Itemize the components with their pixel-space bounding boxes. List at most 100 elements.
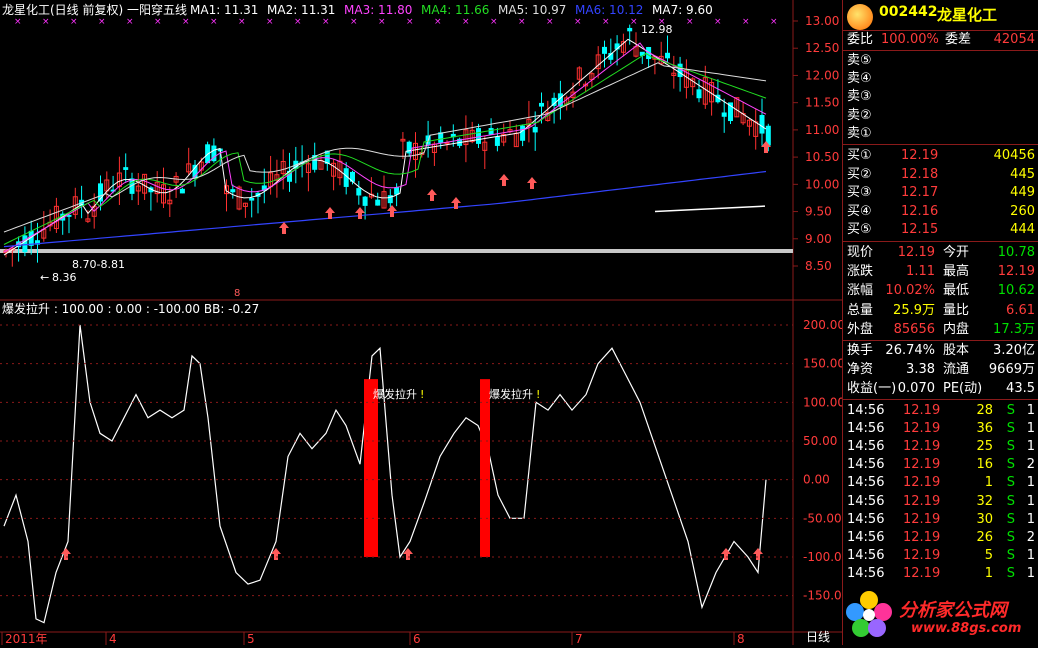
tick-time: 14:56	[847, 403, 885, 418]
signal-bar-2	[480, 379, 490, 557]
top-star-marker: ×	[630, 17, 638, 27]
top-star-marker: ×	[70, 17, 78, 27]
baseline-bar	[0, 249, 793, 253]
weibi-label: 委比	[847, 32, 874, 47]
buy-row: 买③ 12.17 449	[843, 184, 1038, 202]
candle-body	[532, 126, 538, 133]
top-star-marker: ×	[182, 17, 190, 27]
price-tick-label: 12.50	[805, 41, 839, 55]
price-tick-label: 8.50	[805, 259, 832, 273]
stat-label: 涨幅	[847, 283, 874, 299]
ma5-line	[3, 62, 767, 233]
top-star-marker: ×	[350, 17, 358, 27]
tick-price: 12.19	[903, 511, 941, 527]
candle-body	[721, 112, 727, 117]
fin-label: 净资	[847, 362, 874, 377]
ma6-line	[3, 170, 767, 248]
period-label[interactable]: 日线	[806, 630, 830, 644]
candle-body	[665, 52, 670, 59]
stat-label: 外盘	[847, 321, 874, 337]
tick-price: 12.19	[903, 547, 941, 563]
fin-row: 净资 3.38 流通 9669万	[843, 361, 1038, 379]
candle-body	[488, 128, 494, 135]
top-star-marker: ×	[546, 17, 554, 27]
buy-row: 买① 12.19 40456	[843, 147, 1038, 165]
stat-value: 17.3万	[993, 321, 1035, 337]
candle-body	[602, 46, 607, 54]
buy-volume: 260	[1010, 203, 1035, 219]
top-star-marker: ×	[770, 17, 778, 27]
fin-label: 换手	[847, 343, 874, 358]
top-star-marker: ×	[490, 17, 498, 27]
candle-body	[627, 27, 633, 32]
tick-side: S	[1006, 421, 1015, 437]
stat-value: 6.61	[1006, 302, 1035, 318]
tick-count: 1	[1026, 403, 1035, 418]
candle-body	[375, 199, 381, 206]
sell-level-label: 卖④	[847, 71, 872, 87]
tick-row: 14:56 12.19 26 S 2	[843, 529, 1038, 547]
top-star-marker: ×	[714, 17, 722, 27]
kline-chart-svg[interactable]: !! 8 龙星化工(日线 前复权) 一阳穿五线 MA1: 11.31 MA2: 1…	[0, 0, 849, 646]
indicator-header: 爆发拉升 : 100.00 : 0.00 : -100.00 BB: -0.27	[2, 301, 259, 316]
buy-level-label: 买③	[847, 185, 872, 201]
buy-row: 买⑤ 12.15 444	[843, 221, 1038, 239]
buy-arrow-icon	[279, 222, 289, 234]
signal-label-2: 爆发拉升	[489, 387, 533, 401]
indicator-arrow-icon	[753, 548, 763, 560]
ma3-line	[3, 42, 767, 253]
top-star-marker: ×	[574, 17, 582, 27]
stat-row: 涨幅 10.02% 最低 10.62	[843, 282, 1038, 300]
tick-time: 14:56	[847, 439, 885, 455]
price-tick-label: 12.00	[805, 68, 839, 82]
buy-arrow-icon	[499, 174, 509, 186]
top-star-marker: ×	[434, 17, 442, 27]
tick-volume: 36	[976, 421, 993, 437]
price-tick-label: 10.00	[805, 177, 839, 191]
tick-volume: 26	[976, 529, 993, 545]
tick-volume: 16	[976, 457, 993, 473]
top-star-marker: ×	[266, 17, 274, 27]
candle-body	[362, 196, 368, 206]
price-tick-label: 9.00	[805, 232, 832, 246]
fin-value: 0.070	[897, 381, 935, 396]
ma-label-3: MA3: 11.80	[344, 3, 412, 17]
stat-label: 今开	[943, 245, 970, 260]
tick-price: 12.19	[903, 493, 941, 509]
stat-value: 1.11	[906, 264, 935, 280]
tick-row: 14:56 12.19 5 S 1	[843, 547, 1038, 565]
tick-side: S	[1006, 475, 1015, 491]
weicha-value: 42054	[993, 32, 1035, 47]
fin-value: 26.74%	[885, 343, 935, 358]
ma-label-6: MA6: 10.12	[575, 3, 643, 17]
price-tick-label: 10.50	[805, 150, 839, 164]
candle-body	[696, 89, 702, 99]
divider	[843, 50, 1038, 51]
top-star-marker: ×	[238, 17, 246, 27]
divider	[843, 340, 1038, 341]
buy-arrow-icon	[325, 207, 335, 219]
watermark-url[interactable]: www.88gs.com	[911, 621, 1021, 636]
watermark-name: 分析家公式网	[899, 600, 1007, 621]
tick-price: 12.19	[903, 565, 941, 581]
tick-price: 12.19	[903, 439, 941, 455]
stat-value: 12.19	[997, 264, 1035, 280]
stat-value: 25.9万	[893, 302, 935, 318]
sell-level-label: 卖③	[847, 89, 872, 105]
tick-price: 12.19	[903, 457, 941, 473]
chart-area[interactable]: !! 8 龙星化工(日线 前复权) 一阳穿五线 MA1: 11.31 MA2: 1…	[0, 0, 849, 646]
price-tick-label: 9.50	[805, 205, 832, 219]
tick-row: 14:56 12.19 1 S 1	[843, 565, 1038, 583]
tick-count: 2	[1026, 529, 1035, 545]
month-label: 2011年	[5, 632, 48, 645]
tick-side: S	[1006, 547, 1015, 563]
ma1-line	[3, 38, 767, 256]
tick-side: S	[1006, 457, 1015, 473]
sell-row: 卖①	[843, 125, 1038, 143]
signal-alert-icon: !	[536, 388, 540, 401]
tick-time: 14:56	[847, 529, 885, 545]
buy-level-label: 买②	[847, 166, 872, 182]
indicator-tick-label: -100.00	[803, 550, 842, 564]
candle-body	[677, 63, 683, 78]
tick-count: 2	[1026, 457, 1035, 473]
